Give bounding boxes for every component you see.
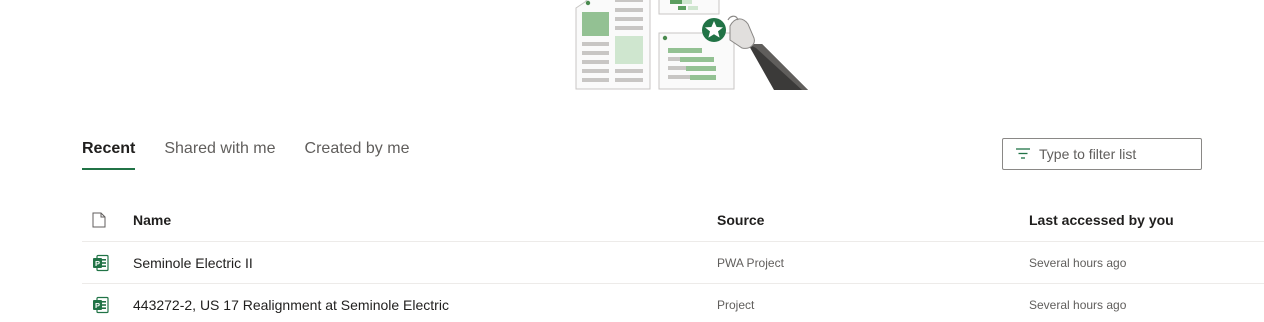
filter-input[interactable] — [1039, 146, 1189, 162]
tab-recent[interactable]: Recent — [82, 138, 136, 170]
column-header-name[interactable]: Name — [133, 198, 171, 241]
project-file-icon: P — [92, 242, 116, 283]
document-icon — [92, 198, 116, 241]
tab-shared-with-me[interactable]: Shared with me — [164, 138, 275, 170]
filter-icon — [1015, 146, 1031, 162]
documents-illustration — [575, 0, 808, 90]
project-home-page: Recent Shared with me Created by me Name… — [0, 0, 1264, 322]
file-last-accessed: Several hours ago — [1029, 297, 1127, 312]
file-name[interactable]: Seminole Electric II — [133, 242, 253, 283]
svg-text:P: P — [95, 301, 100, 310]
column-header-source[interactable]: Source — [717, 198, 764, 241]
column-header-last-accessed[interactable]: Last accessed by you — [1029, 198, 1174, 241]
list-item[interactable]: P 443272-2, US 17 Realignment at Seminol… — [82, 284, 1264, 322]
list-header: Name Source Last accessed by you — [82, 198, 1264, 242]
file-last-accessed: Several hours ago — [1029, 255, 1127, 270]
filter-box[interactable] — [1002, 138, 1202, 170]
file-source: Project — [717, 297, 755, 312]
file-source: PWA Project — [717, 255, 784, 270]
tab-created-by-me[interactable]: Created by me — [305, 138, 410, 170]
project-file-icon: P — [92, 284, 116, 322]
file-name[interactable]: 443272-2, US 17 Realignment at Seminole … — [133, 284, 449, 322]
recent-files-list: Name Source Last accessed by you P Semin… — [82, 198, 1264, 322]
pivot-tabs: Recent Shared with me Created by me — [82, 138, 438, 172]
list-item[interactable]: P Seminole Electric II PWA Project Sever… — [82, 242, 1264, 284]
svg-text:P: P — [95, 259, 100, 268]
